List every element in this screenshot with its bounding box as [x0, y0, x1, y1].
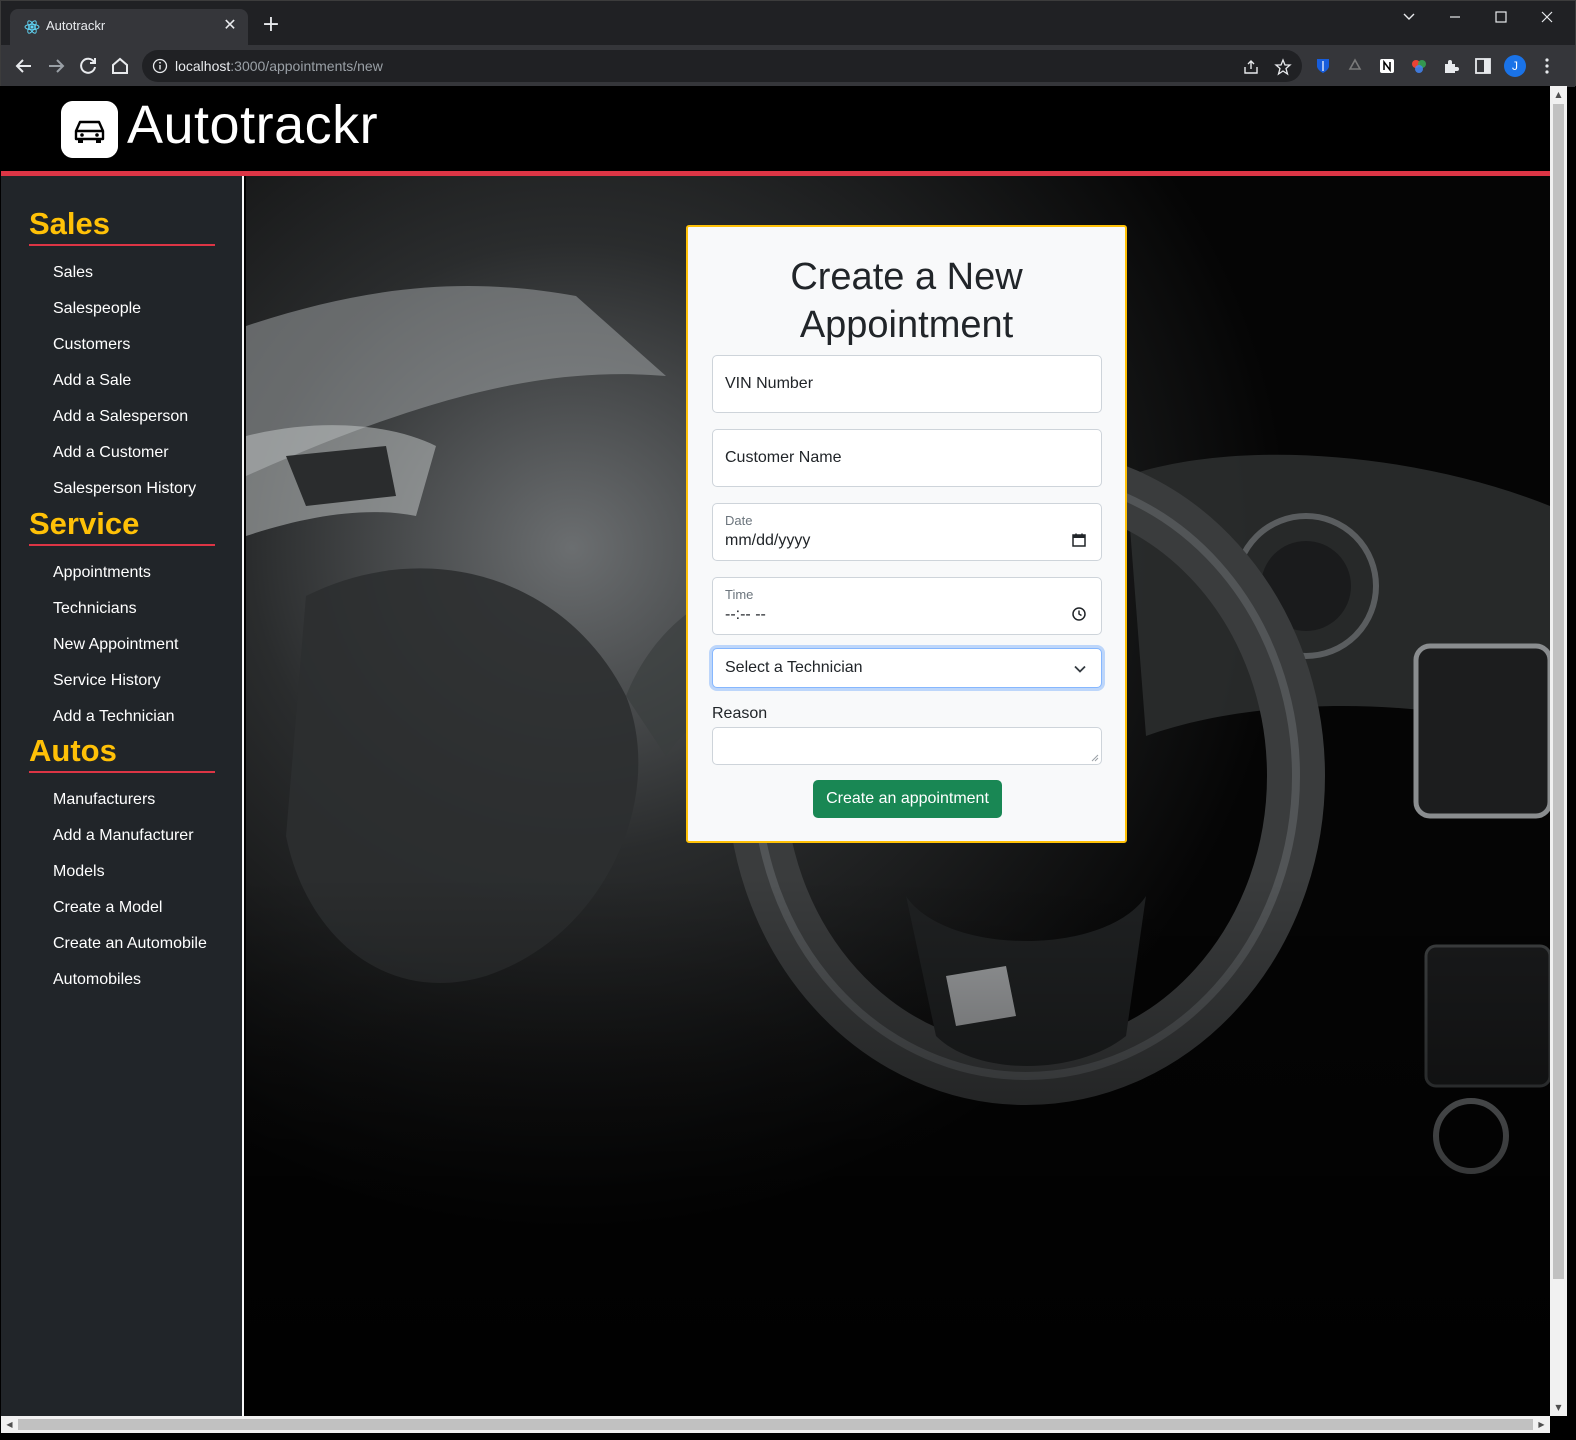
- vertical-scroll-thumb[interactable]: [1553, 104, 1564, 1279]
- url-host: localhost: [175, 58, 231, 74]
- section-title-sales: Sales: [29, 206, 111, 241]
- nav-link-sales[interactable]: Sales: [53, 264, 93, 282]
- maximize-icon[interactable]: [1483, 5, 1519, 29]
- nav-link-technicians[interactable]: Technicians: [53, 600, 137, 618]
- customer-name-placeholder: Customer Name: [725, 449, 842, 466]
- vin-number-input[interactable]: VIN Number: [712, 355, 1102, 413]
- reload-icon[interactable]: [75, 53, 101, 79]
- react-icon: [24, 20, 40, 34]
- technician-select[interactable]: Select a Technician: [712, 648, 1102, 688]
- new-tab-button[interactable]: +: [259, 13, 283, 37]
- time-value: --:-- --: [725, 606, 766, 623]
- nav-link-add-sale[interactable]: Add a Sale: [53, 372, 131, 390]
- sidebar-nav: Sales Sales Salespeople Customers Add a …: [1, 176, 244, 1416]
- nav-link-appointments[interactable]: Appointments: [53, 564, 151, 582]
- forward-arrow-icon[interactable]: [43, 53, 69, 79]
- nav-link-models[interactable]: Models: [53, 863, 105, 881]
- profile-avatar[interactable]: J: [1504, 55, 1526, 77]
- technician-select-value: Select a Technician: [725, 659, 863, 676]
- tab-strip: Autotrackr ✕ +: [1, 1, 1575, 45]
- scroll-down-arrow-icon[interactable]: ▼: [1550, 1399, 1567, 1416]
- recycle-extension-icon[interactable]: [1345, 56, 1365, 76]
- form-title: Create a New Appointment: [790, 256, 1023, 346]
- chevron-down-icon: [1074, 665, 1086, 673]
- page-viewport: Autotrackr Sales Sales Salespeople Custo…: [1, 86, 1550, 1416]
- section-divider: [29, 244, 215, 246]
- car-logo-icon[interactable]: [61, 101, 118, 158]
- date-value: mm/dd/yyyy: [725, 532, 811, 549]
- minimize-icon[interactable]: [1437, 5, 1473, 29]
- side-panel-icon[interactable]: [1473, 56, 1493, 76]
- kebab-menu-icon[interactable]: [1537, 56, 1557, 76]
- clock-icon[interactable]: [1071, 606, 1087, 622]
- horizontal-scrollbar[interactable]: ◀ ▶: [1, 1416, 1550, 1433]
- tab-close-icon[interactable]: ✕: [220, 15, 240, 35]
- notion-extension-icon[interactable]: [1377, 56, 1397, 76]
- date-input[interactable]: Date mm/dd/yyyy: [712, 503, 1102, 561]
- nav-link-add-manufacturer[interactable]: Add a Manufacturer: [53, 827, 194, 845]
- nav-link-salespeople[interactable]: Salespeople: [53, 300, 141, 318]
- nav-link-create-automobile[interactable]: Create an Automobile: [53, 935, 207, 953]
- bookmark-star-icon[interactable]: [1274, 58, 1292, 76]
- section-divider: [29, 771, 215, 773]
- tab-search-icon[interactable]: [1391, 5, 1427, 29]
- extensions-puzzle-icon[interactable]: [1441, 56, 1461, 76]
- resize-grip-icon[interactable]: [1091, 754, 1099, 762]
- time-input[interactable]: Time --:-- --: [712, 577, 1102, 635]
- section-title-autos: Autos: [29, 733, 117, 768]
- horizontal-scroll-thumb[interactable]: [18, 1419, 1533, 1430]
- bitwarden-extension-icon[interactable]: [1313, 56, 1333, 76]
- reason-label: Reason: [712, 705, 768, 722]
- nav-link-add-technician[interactable]: Add a Technician: [53, 708, 175, 726]
- nav-link-service-history[interactable]: Service History: [53, 672, 161, 690]
- nav-link-manufacturers[interactable]: Manufacturers: [53, 791, 155, 809]
- section-title-service: Service: [29, 506, 140, 541]
- appointment-form-card: Create a New Appointment VIN Number Cust…: [686, 225, 1127, 843]
- reason-textarea[interactable]: [712, 727, 1102, 765]
- browser-tab[interactable]: Autotrackr ✕: [10, 9, 248, 45]
- address-bar[interactable]: localhost:3000/appointments/new: [142, 50, 1302, 82]
- browser-toolbar: localhost:3000/appointments/new J: [1, 45, 1575, 87]
- customer-name-input[interactable]: Customer Name: [712, 429, 1102, 487]
- vertical-scrollbar[interactable]: ▲ ▼: [1550, 86, 1567, 1416]
- section-divider: [29, 544, 215, 546]
- url-path: :3000/appointments/new: [230, 58, 383, 74]
- nav-link-salesperson-history[interactable]: Salesperson History: [53, 480, 196, 498]
- nav-link-customers[interactable]: Customers: [53, 336, 130, 354]
- calendar-icon[interactable]: [1071, 532, 1087, 548]
- home-icon[interactable]: [107, 53, 133, 79]
- browser-chrome: Autotrackr ✕ + localhost:3000/appointmen…: [0, 0, 1576, 87]
- back-arrow-icon[interactable]: [11, 53, 37, 79]
- scroll-right-arrow-icon[interactable]: ▶: [1533, 1416, 1550, 1433]
- create-appointment-button[interactable]: Create an appointment: [813, 780, 1002, 818]
- site-info-icon[interactable]: [152, 58, 168, 74]
- site-header: Autotrackr: [1, 86, 1550, 171]
- tab-title: Autotrackr: [46, 18, 106, 33]
- nav-link-add-salesperson[interactable]: Add a Salesperson: [53, 408, 188, 426]
- window-close-icon[interactable]: [1529, 5, 1565, 29]
- scroll-left-arrow-icon[interactable]: ◀: [1, 1416, 18, 1433]
- brand-name[interactable]: Autotrackr: [127, 94, 378, 156]
- scroll-up-arrow-icon[interactable]: ▲: [1550, 86, 1567, 103]
- share-icon[interactable]: [1242, 58, 1260, 76]
- nav-link-new-appointment[interactable]: New Appointment: [53, 636, 178, 654]
- vin-number-placeholder: VIN Number: [725, 375, 814, 392]
- time-label: Time: [725, 587, 754, 602]
- nav-link-automobiles[interactable]: Automobiles: [53, 971, 141, 989]
- nav-link-add-customer[interactable]: Add a Customer: [53, 444, 169, 462]
- date-label: Date: [725, 513, 753, 528]
- url-text[interactable]: localhost:3000/appointments/new: [175, 58, 383, 74]
- nav-link-create-model[interactable]: Create a Model: [53, 899, 162, 917]
- color-picker-extension-icon[interactable]: [1409, 56, 1429, 76]
